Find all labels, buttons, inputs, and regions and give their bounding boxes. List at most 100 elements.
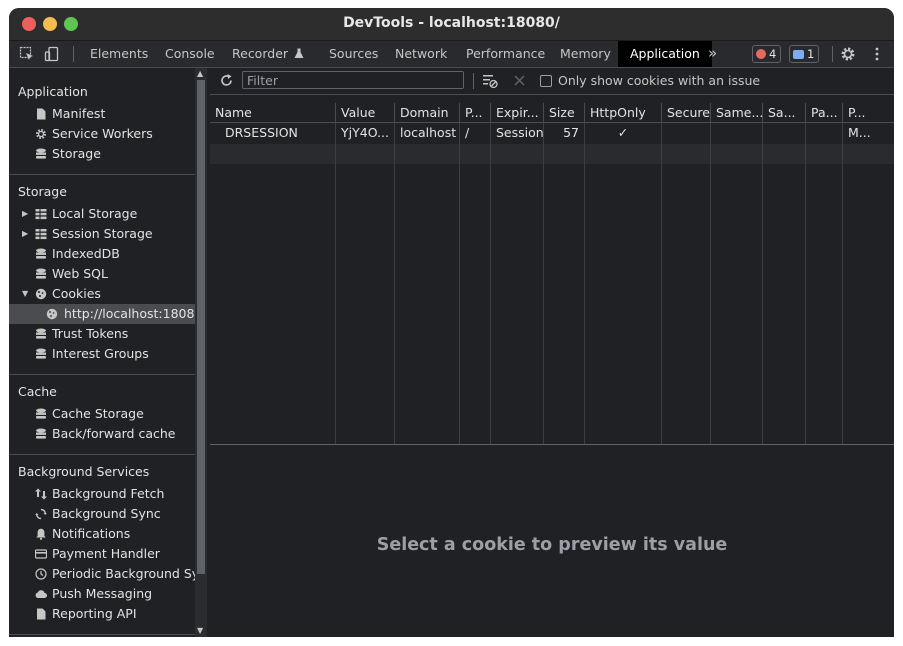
cell-samesite [711, 123, 762, 143]
column-header-expires[interactable]: Expir... [491, 103, 544, 123]
sidebar-item-background-sync[interactable]: Background Sync [9, 504, 195, 524]
delete-cookie-icon[interactable] [513, 74, 526, 87]
database-icon [36, 148, 46, 159]
tab-sources[interactable]: Sources [317, 41, 390, 67]
up-down-arrows-icon [35, 488, 47, 500]
cell-path: / [465, 125, 470, 140]
scroll-up-arrow-icon[interactable]: ▲ [197, 69, 203, 78]
column-header-secure[interactable]: Secure [662, 103, 711, 123]
database-icon [36, 268, 46, 279]
sidebar-item-label: Notifications [52, 526, 131, 541]
sidebar-item-label: Storage [52, 146, 101, 161]
sidebar-item-web-sql[interactable]: Web SQL [9, 264, 195, 284]
sidebar-item-label: Service Workers [52, 126, 153, 141]
column-header-size[interactable]: Size [544, 103, 585, 123]
sidebar-item-cookie-origin[interactable]: http://localhost:18080 [9, 304, 202, 324]
column-header-value[interactable]: Value [336, 103, 395, 123]
cell-partition-key [806, 123, 842, 143]
messages-badge[interactable]: 1 [789, 45, 820, 63]
database-icon [36, 408, 46, 419]
column-divider [394, 123, 395, 444]
expand-arrow-icon[interactable]: ▶ [22, 204, 28, 224]
sidebar-item-label: Periodic Background Sync [52, 566, 205, 581]
sidebar-item-label: Cookies [52, 286, 101, 301]
message-icon [793, 50, 804, 59]
database-icon [36, 428, 46, 439]
scroll-down-arrow-icon[interactable]: ▼ [197, 626, 203, 635]
sidebar-item-trust-tokens[interactable]: Trust Tokens [9, 324, 195, 344]
column-header-samesite[interactable]: Same... [711, 103, 763, 123]
tab-network[interactable]: Network [383, 41, 459, 67]
clear-filtered-cookies-icon[interactable] [482, 73, 498, 89]
sidebar-item-label: Manifest [52, 106, 106, 121]
more-tabs-button[interactable]: » [700, 41, 725, 67]
column-header-path[interactable]: P... [460, 103, 491, 123]
sidebar-item-cache-storage[interactable]: Cache Storage [9, 404, 195, 424]
sidebar-item-notifications[interactable]: Notifications [9, 524, 195, 544]
section-divider [9, 374, 195, 375]
sidebar-item-manifest[interactable]: Manifest [9, 104, 195, 124]
tab-memory[interactable]: Memory [548, 41, 623, 67]
experimental-flask-icon [294, 48, 304, 58]
column-header-name[interactable]: Name [210, 103, 336, 123]
filter-input[interactable] [242, 71, 464, 89]
sidebar-item-push-messaging[interactable]: Push Messaging [9, 584, 195, 604]
sidebar-item-reporting-api[interactable]: Reporting API [9, 604, 195, 624]
error-icon [756, 49, 766, 59]
sidebar-scrollbar[interactable]: ▲ ▼ [195, 68, 207, 637]
tab-elements[interactable]: Elements [78, 41, 160, 67]
tab-console[interactable]: Console [153, 41, 227, 67]
column-divider [584, 123, 585, 444]
cell-expires: Session [496, 125, 543, 140]
section-title-storage: Storage [18, 184, 67, 199]
column-header-httponly[interactable]: HttpOnly [585, 103, 662, 123]
more-options-icon[interactable] [869, 46, 885, 62]
window-title: DevTools - localhost:18080/ [343, 15, 560, 31]
preview-placeholder-text: Select a cookie to preview its value [376, 535, 728, 555]
tab-recorder-label: Recorder [232, 46, 289, 61]
sidebar-item-cookies[interactable]: ▼ Cookies [9, 284, 195, 304]
toolbar-separator [73, 46, 74, 62]
device-toolbar-icon[interactable] [44, 46, 60, 62]
sidebar-item-session-storage[interactable]: ▶ Session Storage [9, 224, 195, 244]
cell-domain: localhost [400, 125, 457, 140]
column-header-sameparty[interactable]: Sa... [763, 103, 806, 123]
sidebar-item-service-workers[interactable]: Service Workers [9, 124, 195, 144]
column-divider [459, 123, 460, 444]
inspect-element-icon[interactable] [19, 46, 35, 62]
sidebar-item-back-forward-cache[interactable]: Back/forward cache [9, 424, 195, 444]
sidebar-item-label: Session Storage [52, 226, 153, 241]
database-icon [36, 348, 46, 359]
column-header-priority[interactable]: P... [843, 103, 894, 123]
collapse-arrow-icon[interactable]: ▼ [22, 284, 28, 304]
sidebar-item-payment-handler[interactable]: Payment Handler [9, 544, 195, 564]
sidebar-item-label: http://localhost:18080 [64, 306, 203, 321]
sidebar-item-local-storage[interactable]: ▶ Local Storage [9, 204, 195, 224]
sidebar-scrollbar-thumb[interactable] [197, 80, 205, 574]
column-header-partition-key[interactable]: Pa... [806, 103, 843, 123]
cookies-toolbar: Only show cookies with an issue [210, 68, 894, 95]
tab-performance[interactable]: Performance [454, 41, 557, 67]
sidebar-item-storage[interactable]: Storage [9, 144, 195, 164]
sidebar-item-background-fetch[interactable]: Background Fetch [9, 484, 195, 504]
cookies-panel: Only show cookies with an issue Name Val… [210, 68, 894, 637]
errors-badge[interactable]: 4 [752, 45, 782, 63]
tab-application[interactable]: Application [618, 41, 712, 67]
cloud-icon [35, 590, 47, 598]
section-divider [9, 174, 195, 175]
column-header-domain[interactable]: Domain [395, 103, 460, 123]
sidebar-item-interest-groups[interactable]: Interest Groups [9, 344, 195, 364]
sidebar-item-label: Interest Groups [52, 346, 149, 361]
section-divider [9, 454, 195, 455]
devtools-window: DevTools - localhost:18080/ Elements Con… [9, 8, 894, 637]
cell-sameparty [763, 123, 805, 143]
sidebar-item-indexeddb[interactable]: IndexedDB [9, 244, 195, 264]
expand-arrow-icon[interactable]: ▶ [22, 224, 28, 244]
refresh-icon[interactable] [219, 73, 234, 88]
tab-recorder[interactable]: Recorder [220, 41, 316, 67]
cookie-preview-pane: Select a cookie to preview its value [210, 445, 894, 637]
settings-gear-icon[interactable] [840, 46, 856, 62]
toolbar-separator [832, 46, 833, 62]
sidebar-item-periodic-background-sync[interactable]: Periodic Background Sync [9, 564, 204, 584]
only-issues-checkbox[interactable] [540, 75, 552, 87]
